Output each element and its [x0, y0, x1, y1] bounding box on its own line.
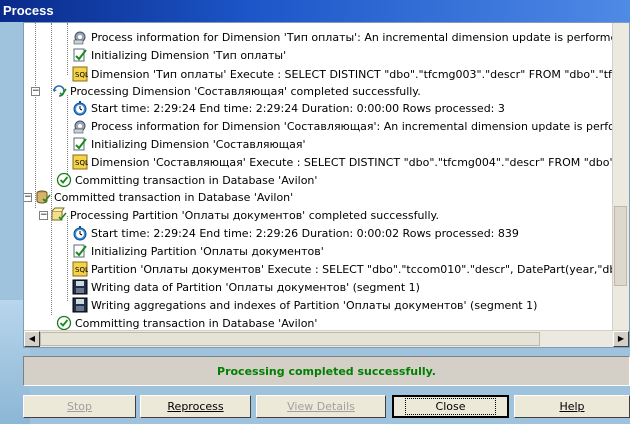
log-tree-content: Process information for Dimension 'Тип о…: [24, 23, 629, 332]
log-line-text: Dimension 'Тип оплаты' Execute : SELECT …: [91, 67, 630, 81]
scroll-left-icon[interactable]: ◀: [24, 331, 40, 347]
status-bar: Processing completed successfully.: [23, 356, 630, 386]
log-line-text: Committing transaction in Database 'Avil…: [75, 316, 318, 330]
svg-text:SQL: SQL: [75, 71, 88, 79]
stopwatch-icon: [73, 226, 87, 241]
horizontal-scrollbar[interactable]: ◀ ▶: [24, 330, 629, 347]
sql-icon: SQL: [72, 66, 88, 82]
log-line-text: Start time: 2:29:24 End time: 2:29:24 Du…: [91, 101, 505, 115]
tree-guide-line: [51, 23, 52, 315]
log-line-text: Processing Dimension 'Составляющая' comp…: [70, 84, 421, 98]
list-item[interactable]: SQL Partition 'Оплаты документов' Execut…: [72, 261, 630, 277]
log-line-text: Initializing Dimension 'Составляющая': [91, 137, 306, 151]
log-line-text: Initializing Dimension 'Тип оплаты': [91, 48, 287, 62]
list-item[interactable]: Committing transaction in Database 'Avil…: [56, 172, 317, 188]
title-bar[interactable]: Process: [0, 0, 630, 22]
tree-guide-line: [67, 23, 68, 75]
list-item[interactable]: Initializing Dimension 'Составляющая': [72, 136, 306, 152]
log-line-text: Writing data of Partition 'Оплаты докуме…: [91, 280, 420, 294]
view-details-button[interactable]: View Details: [256, 395, 386, 418]
svg-text:SQL: SQL: [75, 159, 88, 167]
log-line-text: Process information for Dimension 'Соста…: [91, 119, 630, 133]
list-item[interactable]: Start time: 2:29:24 End time: 2:29:26 Du…: [72, 225, 519, 241]
collapse-toggle[interactable]: −: [24, 192, 32, 202]
window-title: Process: [3, 3, 54, 18]
sql-icon: SQL: [72, 154, 88, 170]
initialize-check-icon: [73, 137, 87, 151]
check-circle-icon: [56, 315, 72, 331]
list-item[interactable]: SQL Dimension 'Тип оплаты' Execute : SEL…: [72, 66, 630, 82]
list-item[interactable]: − Committed transaction in Database 'Avi…: [24, 189, 294, 205]
process-log-tree[interactable]: Process information for Dimension 'Тип о…: [23, 22, 630, 348]
scroll-right-icon[interactable]: ▶: [613, 331, 629, 347]
collapse-toggle[interactable]: −: [39, 210, 48, 220]
status-message: Processing completed successfully.: [217, 364, 436, 378]
save-disk-icon: [72, 279, 88, 295]
list-item[interactable]: − Processing Dimension 'Составляющая' co…: [31, 83, 421, 99]
save-disk-icon: [72, 297, 88, 313]
list-item[interactable]: Start time: 2:29:24 End time: 2:29:24 Du…: [72, 100, 505, 116]
list-item[interactable]: Committing transaction in Database 'Avil…: [56, 315, 317, 331]
process-dialog: Process Process information for Dimensio…: [0, 0, 630, 424]
stopwatch-icon: [73, 101, 87, 116]
processing-cycle-icon: [53, 85, 67, 97]
initialize-check-icon: [73, 244, 87, 258]
gear-info-icon: [73, 31, 86, 45]
initialize-check-icon: [73, 48, 87, 62]
tree-guide-line: [67, 95, 68, 180]
log-line-text: Start time: 2:29:24 End time: 2:29:26 Du…: [91, 226, 519, 240]
list-item[interactable]: Writing aggregations and indexes of Part…: [72, 297, 537, 313]
list-item[interactable]: Initializing Partition 'Оплаты документо…: [72, 243, 324, 259]
stop-button[interactable]: Stop: [23, 395, 136, 418]
list-item[interactable]: Process information for Dimension 'Соста…: [72, 118, 630, 134]
log-line-text: Initializing Partition 'Оплаты документо…: [91, 244, 324, 258]
close-button-label: Close: [404, 398, 497, 415]
vertical-scroll-thumb[interactable]: [614, 206, 627, 286]
list-item[interactable]: Process information for Dimension 'Тип о…: [72, 29, 624, 45]
vertical-scrollbar[interactable]: [612, 23, 629, 332]
log-line-text: Writing aggregations and indexes of Part…: [91, 298, 538, 312]
list-item[interactable]: − Processing Partition 'Оплаты документо…: [39, 207, 439, 223]
log-line-text: Dimension 'Составляющая' Execute : SELEC…: [91, 155, 630, 169]
log-line-text: Process information for Dimension 'Тип о…: [91, 30, 625, 44]
log-line-text: Partition 'Оплаты документов' Execute : …: [91, 262, 630, 276]
reprocess-button[interactable]: Reprocess: [140, 395, 251, 418]
partition-processed-icon: [51, 207, 67, 221]
list-item[interactable]: SQL Dimension 'Составляющая' Execute : S…: [72, 154, 630, 170]
list-item[interactable]: Writing data of Partition 'Оплаты докуме…: [72, 279, 420, 295]
database-commit-icon: [36, 190, 51, 204]
log-line-text: Committed transaction in Database 'Avilo…: [54, 190, 294, 204]
tree-guide-line: [67, 216, 68, 301]
check-circle-icon: [56, 172, 72, 188]
help-button[interactable]: Help: [514, 395, 630, 418]
svg-text:SQL: SQL: [75, 266, 88, 274]
list-item[interactable]: Initializing Dimension 'Тип оплаты': [72, 47, 286, 63]
sql-icon: SQL: [72, 261, 88, 277]
log-line-text: Committing transaction in Database 'Avil…: [75, 173, 318, 187]
tree-guide-line: [35, 23, 36, 208]
gear-info-icon: [73, 120, 86, 134]
collapse-toggle[interactable]: −: [31, 86, 40, 96]
close-button[interactable]: Close: [392, 395, 509, 418]
horizontal-scroll-thumb[interactable]: [40, 332, 540, 346]
log-line-text: Processing Partition 'Оплаты документов'…: [70, 208, 439, 222]
